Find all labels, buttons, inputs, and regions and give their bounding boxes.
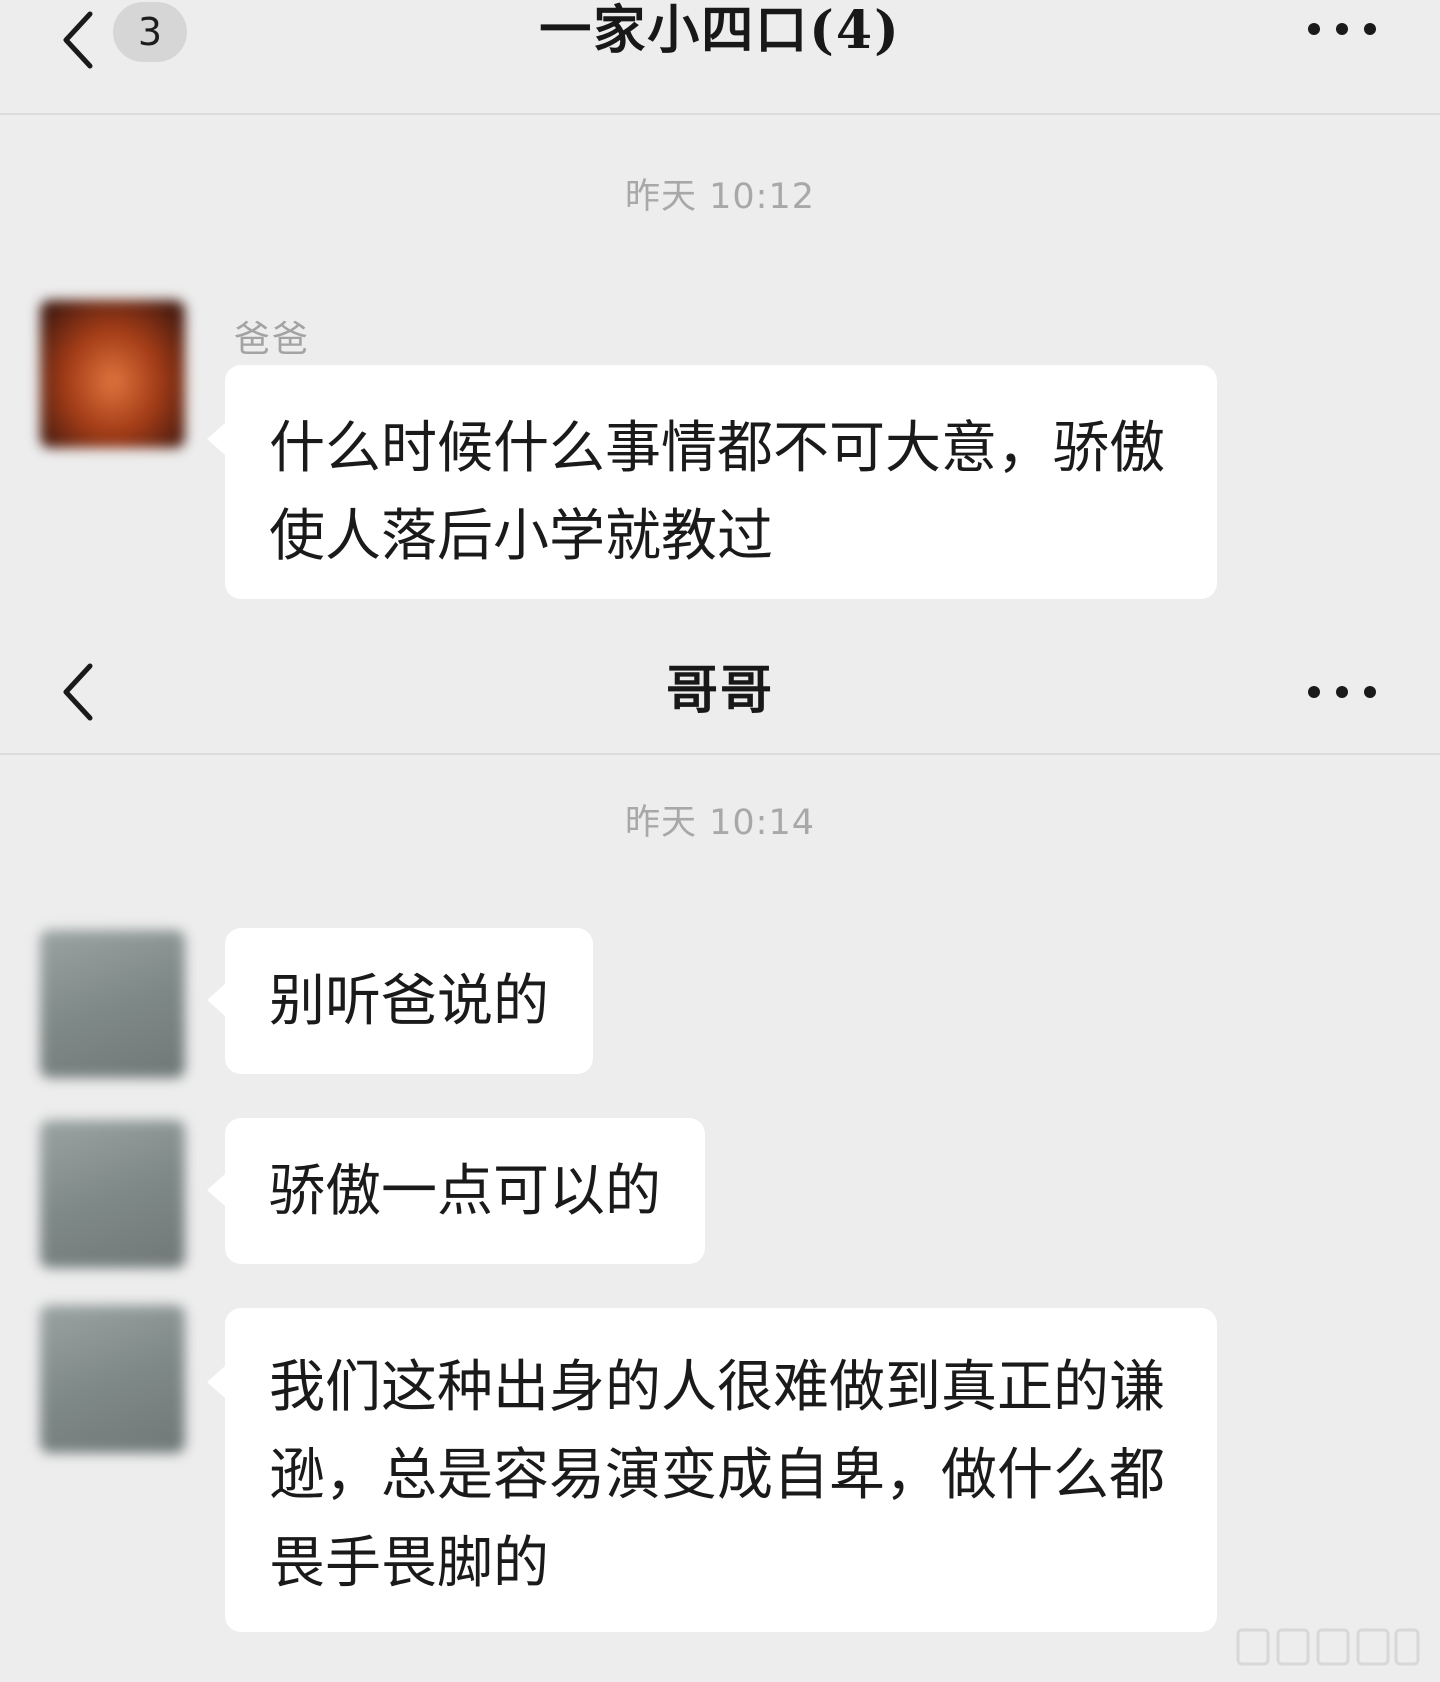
watermark-icon [1232, 1620, 1422, 1672]
sender-name: 爸爸 [234, 319, 311, 360]
group-chat-navbar: 3 一家小四口(4) [0, 0, 1440, 115]
chat-title: 一家小四口(4) [539, 0, 901, 61]
message-timestamp: 昨天 10:14 [625, 803, 815, 843]
direct-chat-navbar: 哥哥 [0, 630, 1440, 755]
avatar[interactable] [40, 930, 185, 1078]
message-bubble[interactable]: 别听爸说的 [207, 928, 593, 1074]
chat-title: 哥哥 [665, 660, 774, 721]
message-bubble[interactable]: 我们这种出身的人很难做到真正的谦逊，总是容易演变成自卑，做什么都畏手畏脚的 [207, 1308, 1217, 1632]
message-timestamp: 昨天 10:12 [625, 177, 815, 217]
avatar[interactable] [40, 1305, 185, 1453]
avatar[interactable] [40, 300, 185, 448]
ellipsis-icon[interactable] [1304, 680, 1380, 704]
avatar[interactable] [40, 1120, 185, 1268]
ellipsis-icon[interactable] [1304, 17, 1380, 41]
message-bubble[interactable]: 什么时候什么事情都不可大意，骄傲使人落后小学就教过 [207, 365, 1217, 599]
group-chat-panel: 3 一家小四口(4) 昨天 10:12 爸爸 什么时候什么事情都不可大意，骄傲使… [0, 0, 1440, 620]
message-bubble[interactable]: 骄傲一点可以的 [207, 1118, 705, 1264]
